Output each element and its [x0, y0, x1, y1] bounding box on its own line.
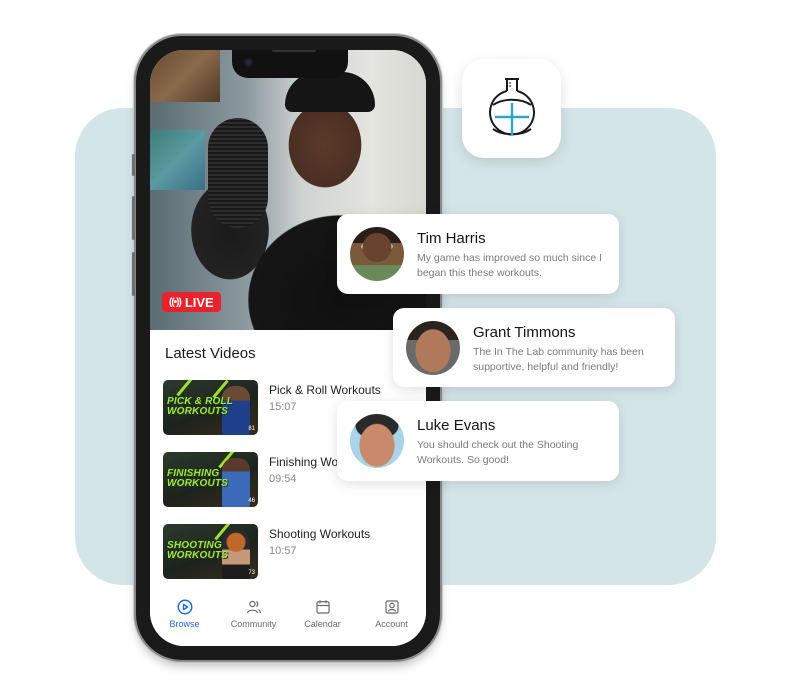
host-cap [285, 72, 375, 112]
thumbnail-views: 73 [248, 570, 255, 576]
testimonial-text: You should check out the Shooting Workou… [417, 439, 579, 466]
testimonial-card: Grant Timmons The In The Lab community h… [393, 308, 675, 387]
play-circle-icon [177, 599, 192, 615]
volume-down-button [132, 252, 135, 296]
microphone [208, 118, 268, 228]
testimonial-card: Tim Harris My game has improved so much … [337, 214, 619, 294]
tab-label: Browse [169, 619, 200, 629]
calendar-icon [315, 600, 330, 614]
testimonial-text: My game has improved so much since I beg… [417, 252, 602, 279]
volume-up-button [132, 196, 135, 240]
thumbnail-text: SHOOTING WORKOUTS [167, 540, 229, 561]
mute-switch [132, 154, 135, 176]
thumbnail-views: 81 [248, 426, 255, 432]
avatar [350, 414, 404, 468]
testimonial-card: Luke Evans You should check out the Shoo… [337, 401, 619, 481]
thumbnail-text: PICK & ROLL WORKOUTS [167, 396, 234, 417]
thumbnail-text: FINISHING WORKOUTS [167, 468, 229, 489]
video-title[interactable]: Pick & Roll Workouts [269, 383, 381, 397]
video-duration: 15:07 [269, 401, 297, 413]
video-thumbnail[interactable]: SHOOTING WORKOUTS 73 [163, 524, 258, 579]
wall-poster [150, 50, 220, 102]
avatar [350, 227, 404, 281]
flask-basketball-icon [488, 77, 535, 135]
video-item[interactable]: SHOOTING WORKOUTS 73 Shooting Workouts 1… [163, 524, 423, 580]
tab-browse[interactable]: Browse [150, 598, 219, 646]
phone-screen: ((•)) LIVE Latest Videos PICK & ROLL WOR… [150, 50, 426, 646]
live-badge: ((•)) LIVE [162, 292, 221, 312]
camera [244, 58, 253, 67]
testimonial-name: Tim Harris [417, 230, 486, 247]
wall-poster [150, 130, 205, 190]
tab-label: Community [230, 619, 277, 629]
video-duration: 09:54 [269, 473, 297, 485]
testimonial-name: Luke Evans [417, 417, 496, 434]
video-thumbnail[interactable]: FINISHING WORKOUTS 46 [163, 452, 258, 507]
thumbnail-views: 46 [248, 498, 255, 504]
notch [232, 50, 348, 78]
tab-community[interactable]: Community [219, 598, 288, 646]
broadcast-icon: ((•)) [169, 296, 182, 308]
tab-calendar[interactable]: Calendar [288, 598, 357, 646]
account-icon [384, 600, 399, 614]
section-title: Latest Videos [165, 345, 256, 362]
video-thumbnail[interactable]: PICK & ROLL WORKOUTS 81 [163, 380, 258, 435]
video-title[interactable]: Shooting Workouts [269, 527, 370, 541]
live-label: LIVE [184, 294, 214, 310]
testimonial-name: Grant Timmons [473, 324, 576, 341]
avatar [406, 321, 460, 375]
tab-account[interactable]: Account [357, 598, 426, 646]
video-duration: 10:57 [269, 545, 297, 557]
app-icon [462, 59, 561, 158]
tab-bar: Browse Community Calendar Account [150, 598, 426, 646]
users-icon [246, 600, 261, 614]
tab-label: Account [375, 619, 408, 629]
tab-label: Calendar [304, 619, 341, 629]
speaker [272, 50, 316, 52]
testimonial-text: The In The Lab community has been suppor… [473, 346, 644, 373]
